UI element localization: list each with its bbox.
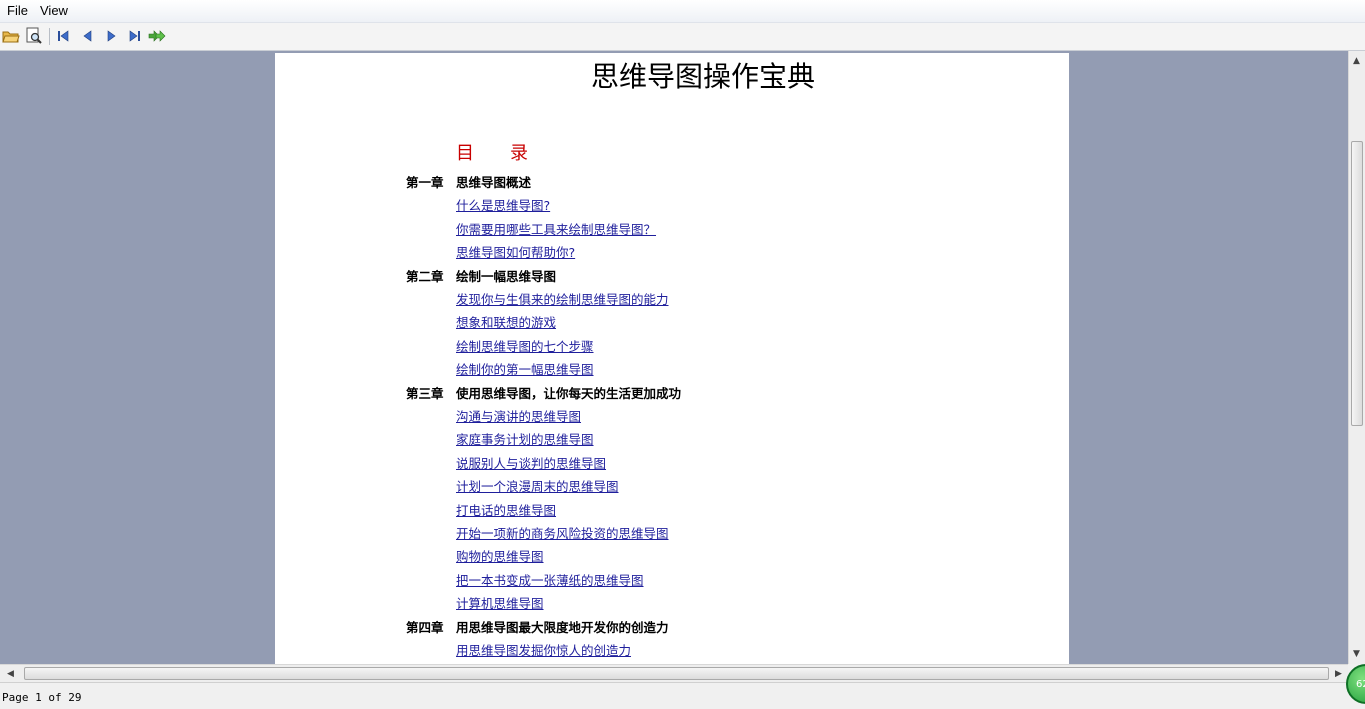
horizontal-scrollbar[interactable]: ◀ ▶ (0, 664, 1348, 682)
toc-chapter-title: 第一章 思维导图概述 (406, 175, 532, 190)
toc-section-link[interactable]: 发现你与生俱来的绘制思维导图的能力 (456, 289, 669, 308)
toc-section-link[interactable]: 购物的思维导图 (456, 546, 544, 565)
forward-icon (148, 30, 166, 42)
first-page-button[interactable] (53, 26, 73, 46)
scroll-down-arrow[interactable]: ▼ (1349, 646, 1364, 661)
scroll-right-arrow[interactable]: ▶ (1331, 666, 1346, 681)
document-page: 思维导图操作宝典 目 录 第一章 思维导图概述什么是思维导图? 你需要用哪些工具来… (275, 53, 1069, 664)
last-page-button[interactable] (125, 26, 145, 46)
toc-section-link[interactable]: 绘制思维导图的七个步骤 (456, 336, 594, 355)
badge-label: 62 (1356, 678, 1365, 690)
scroll-left-arrow[interactable]: ◀ (3, 666, 18, 681)
last-page-icon (129, 30, 140, 42)
next-page-button[interactable] (101, 26, 121, 46)
toolbar (0, 23, 1365, 51)
scroll-up-arrow[interactable]: ▲ (1349, 53, 1364, 68)
toc-section-link[interactable]: 用思维导图发掘你惊人的创造力 (456, 640, 631, 659)
toc-heading: 目 录 (456, 143, 528, 164)
menu-bar: File View (0, 0, 1365, 23)
toc-section-link[interactable]: 打电话的思维导图 (456, 500, 556, 519)
toc-section-link[interactable]: 家庭事务计划的思维导图 (456, 429, 594, 448)
menu-file[interactable]: File (7, 3, 28, 18)
toc-section-link[interactable]: 计划一个浪漫周末的思维导图 (456, 476, 619, 495)
first-page-icon (58, 30, 69, 42)
status-bar: Page 1 of 29 (0, 682, 1365, 709)
open-icon (2, 31, 20, 43)
horizontal-scroll-thumb[interactable] (24, 667, 1329, 680)
vertical-scrollbar[interactable]: ▲ ▼ (1348, 51, 1365, 664)
document-viewer[interactable]: 思维导图操作宝典 目 录 第一章 思维导图概述什么是思维导图? 你需要用哪些工具来… (0, 51, 1348, 664)
toc-section-link[interactable]: 绘制你的第一幅思维导图 (456, 359, 594, 378)
previous-page-icon (83, 30, 92, 42)
toc-section-link[interactable]: 计算机思维导图 (456, 593, 544, 612)
toc-chapter-title: 第四章 用思维导图最大限度地开发你的创造力 (406, 619, 669, 635)
forward-button[interactable] (147, 26, 167, 46)
next-page-icon (107, 30, 116, 42)
toc-section-link[interactable]: 思维导图如何帮助你? (456, 242, 575, 261)
toc-chapter-title: 第三章 使用思维导图，让你每天的生活更加成功 (406, 385, 682, 401)
toc-section-link[interactable]: 开始一项新的商务风险投资的思维导图 (456, 523, 669, 542)
toc-section-link[interactable]: 说服别人与谈判的思维导图 (456, 453, 606, 472)
previous-page-button[interactable] (78, 26, 98, 46)
toc-section-link[interactable]: 把一本书变成一张薄纸的思维导图 (456, 570, 644, 589)
document-title: 思维导图操作宝典 (590, 60, 815, 93)
toc-section-link[interactable]: 沟通与演讲的思维导图 (456, 406, 581, 425)
toc-chapter-title: 第二章 绘制一幅思维导图 (406, 268, 557, 284)
toc-section-link[interactable]: 想象和联想的游戏 (456, 312, 556, 331)
toc-section-link[interactable]: 你需要用哪些工具来绘制思维导图？ (456, 219, 656, 238)
print-preview-icon (26, 27, 42, 44)
menu-view[interactable]: View (40, 3, 68, 18)
print-preview-button[interactable] (24, 26, 44, 46)
page-info: Page 1 of 29 (2, 691, 82, 704)
toc-section-link[interactable]: 什么是思维导图? (456, 195, 550, 214)
toolbar-separator (49, 28, 50, 45)
open-button[interactable] (1, 26, 21, 46)
vertical-scroll-thumb[interactable] (1351, 141, 1363, 426)
